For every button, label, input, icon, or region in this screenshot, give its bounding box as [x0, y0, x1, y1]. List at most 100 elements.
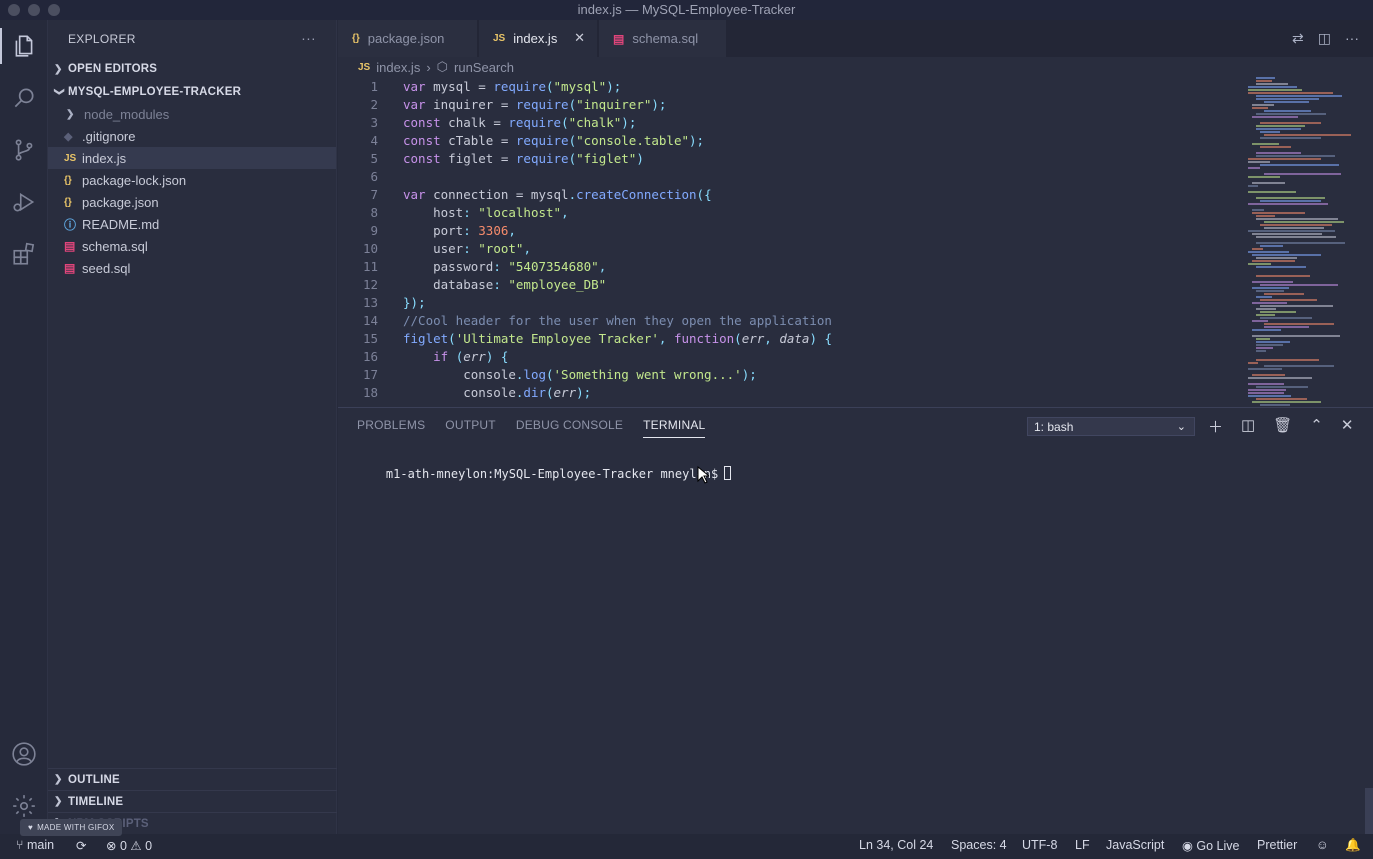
code-line: 6 — [338, 168, 1238, 186]
minimap-line — [1256, 77, 1275, 79]
database-icon: ▤ — [64, 239, 76, 253]
minimap-line — [1252, 209, 1264, 211]
extensions-activity-button[interactable] — [0, 230, 48, 278]
minimap-line — [1256, 350, 1266, 352]
folder-node-modules[interactable]: ❯ node_modules — [48, 103, 336, 125]
minimap-line — [1260, 311, 1296, 313]
bell-icon[interactable]: 🔔 — [1345, 838, 1361, 853]
branch-status[interactable]: ⑂ main — [16, 838, 54, 852]
breadcrumb-file[interactable]: index.js — [376, 60, 420, 75]
minimap-line — [1248, 92, 1333, 94]
close-icon[interactable]: ✕ — [574, 30, 585, 46]
minimap-line — [1264, 293, 1304, 295]
info-icon: ⓘ — [64, 217, 77, 232]
outline-section[interactable]: ❯ OUTLINE — [48, 768, 337, 790]
trash-icon[interactable]: 🗑 — [1273, 416, 1292, 437]
minimap-line — [1264, 134, 1351, 136]
go-live-button[interactable]: ◉ Go Live — [1182, 838, 1240, 853]
minimap[interactable] — [1246, 77, 1360, 407]
go-live-label: Go Live — [1196, 839, 1240, 853]
code-line: 17 console.log('Something went wrong...'… — [338, 366, 1238, 384]
explorer-header: EXPLORER ··· — [48, 20, 336, 58]
code-line: 16 if (err) { — [338, 348, 1238, 366]
file-gitignore[interactable]: ◆ .gitignore — [48, 125, 336, 147]
minimap-line — [1256, 347, 1273, 349]
minimap-line — [1248, 89, 1302, 91]
plus-icon[interactable]: ＋ — [1208, 416, 1223, 437]
code-line: 7 var connection = mysql.createConnection… — [338, 186, 1238, 204]
diamond-icon: ◆ — [64, 130, 73, 143]
gifox-logo-icon: ♥ — [28, 823, 34, 832]
open-editors-section[interactable]: ❯ OPEN EDITORS — [48, 58, 336, 80]
prettier-status[interactable]: Prettier — [1257, 838, 1297, 852]
tab-terminal[interactable]: TERMINAL — [643, 418, 706, 438]
encoding-status[interactable]: UTF-8 — [1022, 838, 1057, 852]
run-debug-activity-button[interactable] — [0, 178, 48, 226]
minimap-line — [1256, 98, 1319, 100]
tab-package-json[interactable]: {} package.json — [338, 20, 478, 57]
file-schema-sql[interactable]: ▤ schema.sql — [48, 235, 336, 257]
file-package-json[interactable]: {} package.json — [48, 191, 336, 213]
line-number: 1 — [370, 79, 378, 94]
terminal-output[interactable]: m1-ath-mneylon:MySQL-Employee-Tracker mn… — [357, 452, 732, 495]
gifox-watermark: ♥ MADE WITH GIFOX — [20, 819, 123, 836]
file-label: .gitignore — [82, 128, 136, 144]
code-line: 14 //Cool header for the user when they o… — [338, 312, 1238, 330]
gear-icon — [13, 795, 35, 817]
minimap-line — [1264, 365, 1334, 367]
terminal-select[interactable]: 1: bash ⌄ — [1027, 417, 1195, 436]
minimap-line — [1248, 167, 1260, 169]
code-editor[interactable]: 1 var mysql = require("mysql"); 2 var inqui… — [338, 77, 1373, 407]
tab-index-js[interactable]: JS index.js ✕ — [479, 20, 598, 57]
explorer-activity-button[interactable] — [0, 22, 48, 70]
language-status[interactable]: JavaScript — [1106, 838, 1164, 852]
problems-status[interactable]: ⊗ 0 ⚠ 0 — [106, 838, 152, 853]
breadcrumb-symbol[interactable]: runSearch — [454, 60, 514, 75]
file-package-lock-json[interactable]: {} package-lock.json — [48, 169, 336, 191]
open-changes-icon[interactable]: ⇄ — [1292, 30, 1304, 47]
chevron-up-icon[interactable]: ⌃ — [1310, 416, 1323, 437]
feedback-icon[interactable]: ☺ — [1316, 838, 1329, 852]
code-text: host: "localhost", — [403, 205, 569, 220]
minimap-line — [1256, 242, 1345, 244]
tab-label: schema.sql — [632, 31, 699, 46]
editor-actions: ⇄ ◫ ··· — [1292, 30, 1359, 47]
file-index-js[interactable]: JS index.js — [48, 147, 336, 169]
file-label: README.md — [82, 216, 160, 232]
code-text: //Cool header for the user when they ope… — [403, 313, 832, 328]
code-line: 18 console.dir(err); — [338, 384, 1238, 402]
timeline-section[interactable]: ❯ TIMELINE — [48, 790, 337, 812]
tab-output[interactable]: OUTPUT — [445, 418, 496, 438]
file-seed-sql[interactable]: ▤ seed.sql — [48, 257, 336, 279]
split-editor-icon[interactable]: ◫ — [1318, 30, 1331, 47]
minimap-line — [1252, 143, 1279, 145]
minimap-line — [1264, 221, 1344, 223]
minimap-line — [1256, 218, 1338, 220]
minimap-line — [1264, 173, 1341, 175]
search-icon — [14, 88, 34, 108]
scrollbar[interactable] — [1365, 788, 1373, 834]
tab-problems[interactable]: PROBLEMS — [357, 418, 425, 438]
search-activity-button[interactable] — [0, 74, 48, 122]
ellipsis-icon[interactable]: ··· — [1345, 30, 1359, 47]
sync-icon[interactable]: ⟳ — [76, 838, 86, 853]
indentation-status[interactable]: Spaces: 4 — [951, 838, 1007, 852]
minimap-line — [1256, 257, 1297, 259]
tab-schema-sql[interactable]: ▤ schema.sql — [599, 20, 727, 57]
javascript-icon: JS — [358, 61, 371, 73]
accounts-activity-button[interactable] — [0, 730, 48, 778]
minimap-line — [1248, 368, 1282, 370]
source-control-activity-button[interactable] — [0, 126, 48, 174]
tab-debug-console[interactable]: DEBUG CONSOLE — [516, 418, 623, 438]
split-terminal-icon[interactable]: ◫ — [1241, 416, 1255, 437]
eol-status[interactable]: LF — [1075, 838, 1090, 852]
minimap-line — [1252, 182, 1285, 184]
project-section[interactable]: ❯ MYSQL-EMPLOYEE-TRACKER — [48, 81, 336, 103]
file-label: seed.sql — [82, 260, 131, 276]
code-text: if (err) { — [433, 349, 509, 364]
file-readme[interactable]: ⓘ README.md — [48, 213, 336, 235]
cursor-position[interactable]: Ln 34, Col 24 — [859, 838, 933, 852]
breadcrumb: JS index.js › ⬡ runSearch — [338, 57, 1373, 77]
close-icon[interactable]: ✕ — [1341, 416, 1354, 437]
ellipsis-icon[interactable]: ··· — [301, 30, 316, 46]
